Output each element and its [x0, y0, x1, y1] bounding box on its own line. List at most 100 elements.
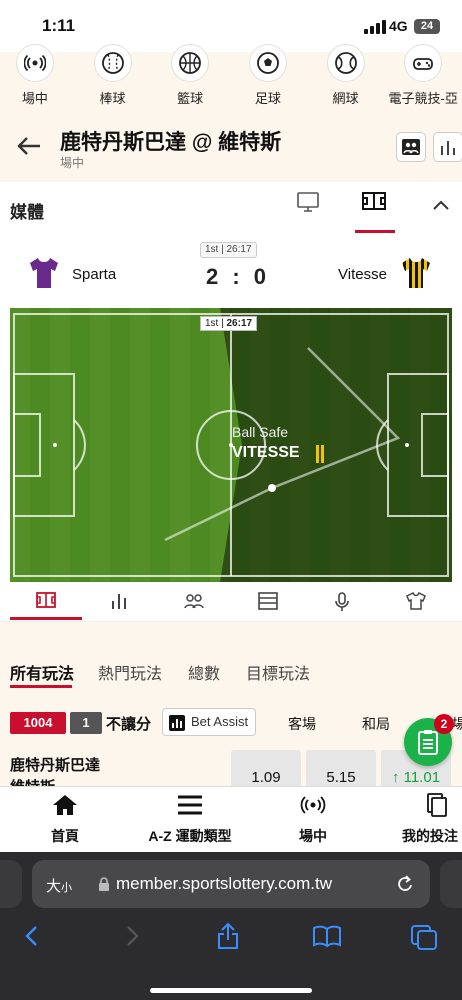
bet-assist-icon [169, 715, 185, 731]
bookmarks-icon[interactable] [312, 924, 342, 953]
mybets-icon [427, 793, 447, 817]
sport-item-tennis[interactable]: 網球 [307, 44, 385, 108]
menu-icon [178, 795, 202, 815]
prev-tab-peek[interactable] [0, 860, 22, 908]
field-icon[interactable] [36, 592, 56, 613]
event-header: 鹿特丹斯巴達 @ 維特斯 場中 [0, 108, 462, 182]
market-name: 不讓分 [106, 716, 152, 733]
page-subtitle: 場中 [60, 156, 85, 170]
media-label: 媒體 [10, 203, 44, 222]
bet-slip-count-badge: 2 [434, 714, 454, 734]
odds-value: 11.01 [403, 769, 441, 786]
nav-label: A-Z 運動類型 [148, 828, 232, 844]
media-active-indicator [355, 230, 395, 233]
forward-icon[interactable] [124, 924, 140, 953]
sport-item-live[interactable]: 場中 [0, 44, 74, 108]
col-draw: 和局 [362, 716, 390, 732]
sports-nav: 場中 棒球 籃球 足球 網球 電子競技-亞 [0, 44, 462, 108]
score: 2 : 0 [206, 264, 271, 289]
sport-label: 足球 [254, 91, 281, 106]
odds-button-away[interactable]: 1.09 [231, 750, 301, 786]
scoreboard: 1st | 26:17 Sparta 2 : 0 Vitesse [0, 234, 462, 308]
sport-item-basketball[interactable]: 籃球 [151, 44, 229, 108]
away-jersey-icon [400, 256, 432, 295]
bar-chart-icon [441, 141, 455, 155]
sport-item-soccer[interactable]: 足球 [229, 44, 307, 108]
address-bar[interactable]: 大小 member.sportslottery.com.tw [32, 860, 430, 908]
pitch-period: 1st [205, 318, 219, 329]
bet-assist-button[interactable]: Bet Assist [162, 708, 256, 736]
gamepad-icon [404, 44, 443, 82]
share-icon[interactable] [216, 922, 240, 955]
pitch-clock: 1st | 26:17 [200, 316, 258, 331]
possession-team: VITESSE [232, 444, 300, 461]
sport-item-esports[interactable]: 電子競技-亞 [384, 44, 462, 108]
status-bar: 1:11 4G 24 [0, 0, 462, 52]
home-team: Sparta [72, 266, 117, 283]
odds-button-draw[interactable]: 5.15 [306, 750, 376, 786]
odds-row: 鹿特丹斯巴達 維特斯 1.09 5.15 ↑ 11.01 [0, 746, 462, 786]
media-bar: 媒體 [0, 182, 462, 234]
tab-totals[interactable]: 總數 [188, 660, 220, 684]
home-jersey-icon [28, 256, 60, 295]
text-size-small: 小 [61, 882, 73, 894]
tab-popular[interactable]: 熱門玩法 [98, 660, 162, 684]
nav-my-bets[interactable]: 我的投注 [402, 793, 462, 846]
live-icon [16, 44, 54, 82]
back-arrow-icon[interactable] [16, 136, 42, 161]
reload-icon[interactable] [396, 874, 414, 899]
commentary-icon[interactable] [334, 592, 350, 617]
basketball-icon [171, 44, 210, 82]
market-tab-indicator [10, 685, 72, 688]
sport-label: 棒球 [99, 91, 126, 106]
tracker-tabs [0, 584, 462, 622]
text-size-large: 大 [46, 878, 62, 895]
stats-icon[interactable] [110, 592, 128, 615]
soccer-icon [249, 44, 288, 82]
tab-all-markets[interactable]: 所有玩法 [10, 660, 74, 684]
live-icon [300, 796, 326, 814]
sport-label: 場中 [21, 91, 48, 106]
chevron-up-icon[interactable] [432, 198, 450, 216]
pitch-view-icon[interactable] [362, 191, 386, 216]
nav-home[interactable]: 首頁 [40, 793, 90, 846]
next-tab-peek[interactable] [440, 860, 462, 908]
market-header: 1004 1 不讓分 Bet Assist 客場 和局 場 [0, 700, 462, 746]
battery-icon: 24 [414, 19, 440, 34]
odds-team-1: 鹿特丹斯巴達 [10, 757, 101, 774]
back-icon[interactable] [24, 924, 40, 953]
sport-label: 籃球 [177, 91, 204, 106]
lineup-icon[interactable] [184, 592, 204, 615]
sport-item-baseball[interactable]: 棒球 [74, 44, 152, 108]
nav-label: 場中 [299, 828, 327, 844]
nav-label: 首頁 [51, 828, 79, 844]
market-tabs: 所有玩法 熱門玩法 總數 目標玩法 [0, 622, 462, 700]
monitor-icon[interactable] [297, 192, 319, 217]
bottom-nav: 首頁 A-Z 運動類型 場中 我的投注 [0, 786, 462, 852]
nav-az-sports[interactable]: A-Z 運動類型 [138, 793, 242, 846]
lineup-button[interactable] [396, 132, 426, 162]
baseball-icon [93, 44, 132, 82]
away-team: Vitesse [338, 266, 387, 283]
odds-team-2: 維特斯 [10, 776, 55, 786]
col-away: 客場 [288, 716, 316, 732]
tabs-icon[interactable] [410, 924, 438, 955]
market-id-badge: 1004 [10, 712, 66, 734]
tennis-icon [326, 44, 365, 82]
table-icon[interactable] [258, 592, 278, 615]
tracker-tab-indicator [10, 617, 82, 620]
text-size-button[interactable]: 大小 [46, 875, 72, 896]
match-time: 1st | 26:17 [200, 242, 257, 258]
bet-assist-label: Bet Assist [191, 714, 249, 729]
pitch-time: 26:17 [226, 318, 253, 329]
shirt-icon[interactable] [406, 591, 426, 615]
stats-button[interactable] [433, 132, 462, 162]
match-tracker-pitch: 1st | 26:17 Ball Safe VITESSE [10, 308, 452, 582]
nav-label: 我的投注 [402, 828, 458, 844]
market-count-badge: 1 [70, 712, 102, 734]
signal-icon [364, 20, 386, 34]
tab-goals[interactable]: 目標玩法 [246, 660, 310, 684]
ball-status: Ball Safe [232, 424, 289, 440]
home-indicator [150, 988, 312, 993]
nav-live[interactable]: 場中 [288, 793, 338, 846]
